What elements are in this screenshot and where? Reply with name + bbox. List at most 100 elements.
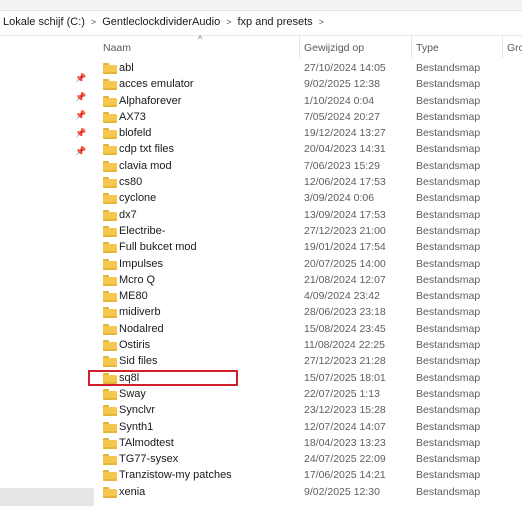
- file-modified: 7/05/2024 20:27: [304, 110, 380, 123]
- file-row[interactable]: Ostiris 11/08/2024 22:25 Bestandsmap: [94, 337, 522, 353]
- file-row[interactable]: Mcro Q 21/08/2024 12:07 Bestandsmap: [94, 272, 522, 288]
- file-name: Synclvr: [119, 404, 156, 417]
- file-modified: 27/12/2023 21:00: [304, 224, 386, 237]
- file-name: Sid files: [119, 355, 158, 368]
- folder-icon: [103, 193, 117, 205]
- chevron-right-icon[interactable]: >: [88, 17, 99, 27]
- pin-icon[interactable]: 📌: [75, 110, 86, 120]
- file-name: cs80: [119, 176, 143, 189]
- column-size[interactable]: Gro: [507, 42, 522, 54]
- file-row[interactable]: midiverb 28/06/2023 23:18 Bestandsmap: [94, 304, 522, 320]
- file-type: Bestandsmap: [416, 62, 481, 74]
- file-type: Bestandsmap: [416, 420, 481, 433]
- file-modified: 13/09/2024 17:53: [304, 208, 386, 221]
- file-modified: 11/08/2024 22:25: [304, 339, 385, 352]
- folder-icon: [103, 454, 117, 466]
- breadcrumb-folder-gentleclock[interactable]: GentleclockdividerAudio: [99, 16, 223, 28]
- column-divider[interactable]: [299, 36, 300, 58]
- file-row[interactable]: Synclvr 23/12/2023 15:28 Bestandsmap: [94, 402, 522, 418]
- column-modified[interactable]: Gewijzigd op: [304, 42, 364, 54]
- file-type: Bestandsmap: [416, 371, 481, 384]
- file-modified: 28/06/2023 23:18: [304, 306, 386, 319]
- file-row[interactable]: TG77-sysex 24/07/2025 22:09 Bestandsmap: [94, 451, 522, 467]
- chevron-right-icon[interactable]: >: [316, 17, 327, 27]
- file-type: Bestandsmap: [416, 224, 481, 237]
- pin-icon[interactable]: 📌: [75, 128, 86, 138]
- chevron-right-icon[interactable]: >: [223, 17, 234, 27]
- file-modified: 21/08/2024 12:07: [304, 273, 386, 286]
- file-modified: 22/07/2025 1:13: [304, 387, 380, 400]
- file-type: Bestandsmap: [416, 273, 481, 286]
- file-name: Mcro Q: [119, 273, 156, 286]
- file-row[interactable]: abl 27/10/2024 14:05 Bestandsmap: [94, 60, 522, 76]
- column-type[interactable]: Type: [416, 42, 439, 54]
- nav-selected-item[interactable]: [0, 488, 94, 506]
- file-row[interactable]: Synth1 12/07/2024 14:07 Bestandsmap: [94, 419, 522, 435]
- file-name: Ostiris: [119, 339, 151, 352]
- pin-icon[interactable]: 📌: [75, 92, 86, 102]
- file-type: Bestandsmap: [416, 469, 481, 482]
- column-header: ^ Naam Gewijzigd op Type Gro: [94, 34, 522, 60]
- column-divider[interactable]: [502, 36, 503, 58]
- folder-icon: [103, 307, 117, 319]
- file-type: Bestandsmap: [416, 306, 481, 319]
- folder-icon: [103, 160, 117, 172]
- file-modified: 20/07/2025 14:00: [304, 257, 386, 270]
- file-modified: 9/02/2025 12:38: [304, 78, 380, 91]
- file-name: Electribe-: [119, 224, 166, 237]
- file-list: abl 27/10/2024 14:05 Bestandsmap acces emul…: [94, 60, 522, 500]
- file-name: blofeld: [119, 127, 152, 140]
- file-modified: 19/01/2024 17:54: [304, 241, 386, 254]
- file-row[interactable]: dx7 13/09/2024 17:53 Bestandsmap: [94, 207, 522, 223]
- column-name[interactable]: Naam: [103, 42, 131, 54]
- breadcrumb: Lokale schijf (C:) > GentleclockdividerA…: [0, 14, 327, 30]
- column-divider[interactable]: [411, 36, 412, 58]
- sort-up-icon: ^: [198, 34, 203, 44]
- pin-icon[interactable]: 📌: [75, 146, 86, 156]
- breadcrumb-drive[interactable]: Lokale schijf (C:): [0, 16, 88, 28]
- file-row[interactable]: Alphaforever 1/10/2024 0:04 Bestandsmap: [94, 93, 522, 109]
- file-row[interactable]: cs80 12/06/2024 17:53 Bestandsmap: [94, 174, 522, 190]
- file-row[interactable]: Electribe- 27/12/2023 21:00 Bestandsmap: [94, 223, 522, 239]
- folder-icon: [103, 242, 117, 254]
- file-row[interactable]: AX73 7/05/2024 20:27 Bestandsmap: [94, 109, 522, 125]
- file-row[interactable]: xenia 9/02/2025 12:30 Bestandsmap: [94, 484, 522, 500]
- file-modified: 7/06/2023 15:29: [304, 159, 380, 172]
- file-modified: 17/06/2025 14:21: [304, 469, 386, 482]
- file-row[interactable]: Full bukcet mod 19/01/2024 17:54 Bestandsm…: [94, 239, 522, 255]
- file-row[interactable]: blofeld 19/12/2024 13:27 Bestandsmap: [94, 125, 522, 141]
- file-type: Bestandsmap: [416, 143, 481, 156]
- file-row[interactable]: cyclone 3/09/2024 0:06 Bestandsmap: [94, 190, 522, 206]
- folder-icon: [103, 340, 117, 352]
- file-row[interactable]: Impulses 20/07/2025 14:00 Bestandsmap: [94, 256, 522, 272]
- file-row[interactable]: Nodalred 15/08/2024 23:45 Bestandsmap: [94, 321, 522, 337]
- file-row[interactable]: clavia mod 7/06/2023 15:29 Bestandsmap: [94, 158, 522, 174]
- file-row[interactable]: Tranzistow-my patches 17/06/2025 14:21 Bes…: [94, 467, 522, 483]
- file-modified: 23/12/2023 15:28: [304, 404, 386, 417]
- folder-icon: [103, 111, 117, 123]
- file-name: cdp txt files: [119, 143, 175, 156]
- file-row[interactable]: acces emulator 9/02/2025 12:38 Bestandsmap: [94, 76, 522, 92]
- file-name: Synth1: [119, 420, 154, 433]
- file-name: Tranzistow-my patches: [119, 469, 232, 482]
- file-modified: 15/07/2025 18:01: [304, 371, 386, 384]
- file-type: Bestandsmap: [416, 208, 481, 221]
- file-type: Bestandsmap: [416, 241, 481, 254]
- file-row[interactable]: cdp txt files 20/04/2023 14:31 Bestandsmap: [94, 141, 522, 157]
- file-type: Bestandsmap: [416, 290, 481, 303]
- file-name: Sway: [119, 387, 146, 400]
- file-modified: 1/10/2024 0:04: [304, 94, 375, 107]
- folder-icon: [103, 486, 117, 498]
- pin-icon[interactable]: 📌: [75, 73, 86, 83]
- breadcrumb-folder-fxp[interactable]: fxp and presets: [234, 16, 315, 28]
- file-row[interactable]: ME80 4/09/2024 23:42 Bestandsmap: [94, 288, 522, 304]
- file-row[interactable]: Sway 22/07/2025 1:13 Bestandsmap: [94, 386, 522, 402]
- folder-icon: [103, 323, 117, 335]
- file-row[interactable]: TAlmodtest 18/04/2023 13:23 Bestandsmap: [94, 435, 522, 451]
- file-modified: 24/07/2025 22:09: [304, 453, 386, 466]
- folder-icon: [103, 258, 117, 270]
- file-row[interactable]: Sid files 27/12/2023 21:28 Bestandsmap: [94, 353, 522, 369]
- file-modified: 27/12/2023 21:28: [304, 355, 386, 368]
- file-modified: 18/04/2023 13:23: [304, 436, 386, 449]
- file-modified: 12/07/2024 14:07: [304, 420, 386, 433]
